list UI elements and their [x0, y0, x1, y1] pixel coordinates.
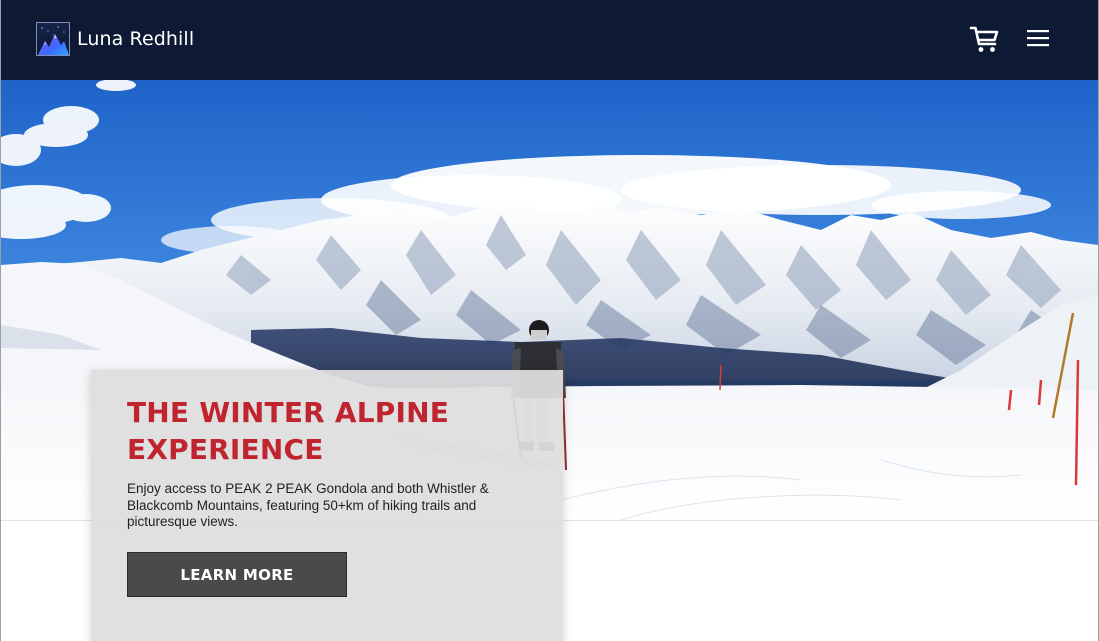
learn-more-button[interactable]: LEARN MORE	[127, 552, 347, 597]
shopping-cart-icon	[969, 26, 999, 52]
top-navbar: Luna Redhill	[1, 0, 1098, 80]
hamburger-menu-icon	[1027, 30, 1049, 47]
hero-title: THE WINTER ALPINE EXPERIENCE	[127, 396, 450, 466]
hero-card: THE WINTER ALPINE EXPERIENCE Enjoy acces…	[91, 370, 563, 641]
cart-button[interactable]	[969, 23, 1001, 55]
page: Luna Redhill THE WINTER ALPINE EXPERIENC…	[0, 0, 1099, 641]
brand-name: Luna Redhill	[77, 28, 195, 50]
hero-description: Enjoy access to PEAK 2 PEAK Gondola and …	[127, 481, 489, 529]
brand-link[interactable]: Luna Redhill	[36, 22, 194, 56]
menu-button[interactable]	[1025, 26, 1053, 52]
mountain-logo-icon	[36, 22, 70, 56]
